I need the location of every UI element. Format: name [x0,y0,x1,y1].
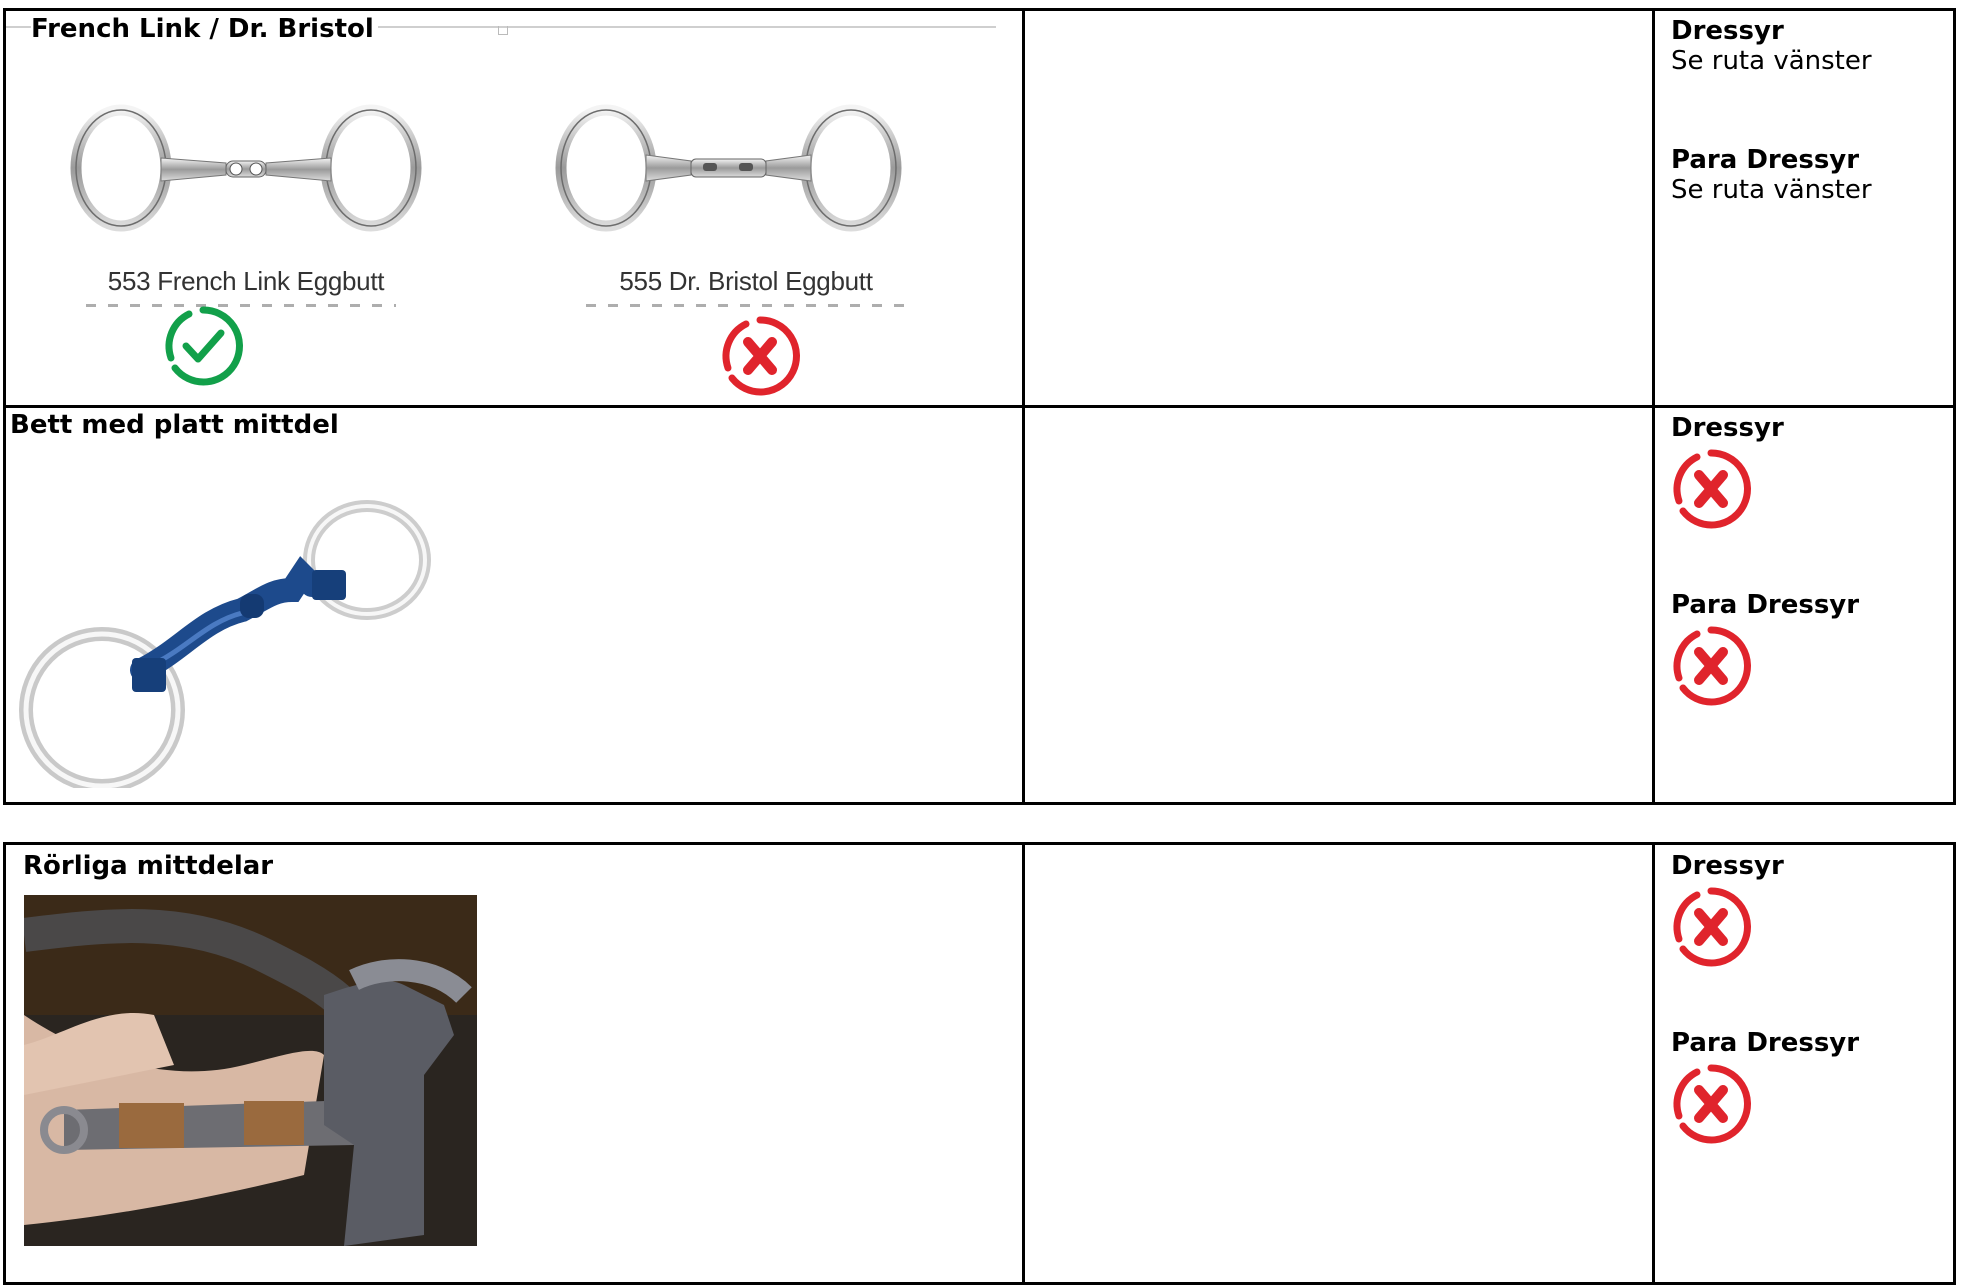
cross-circle-icon [1669,885,1753,969]
check-circle-icon [161,304,245,388]
row-rules-cell: Dressyr Para Dressyr [1652,405,1956,805]
row-image-cell: French Link / Dr. Bristol 553 French Lin… [3,8,1025,408]
table-row: Rörliga mittdelar Dressyr Para Dressyr [3,842,1956,1285]
bit-caption: 553 French Link Eggbutt [107,266,385,296]
bit-caption: 555 Dr. Bristol Eggbutt [619,266,873,296]
french-link-bit-image [70,104,422,232]
rule-heading: Para Dressyr [1671,590,1860,620]
bit-rules-table: Rörliga mittdelar Dressyr Para Dressyr [3,842,1956,1285]
table-row: Bett med platt mittdel Dressyr Para Dres… [3,405,1956,805]
rule-heading: Para Dressyr [1671,1028,1860,1058]
row-empty-cell [1022,8,1655,408]
rule-heading: Dressyr [1671,413,1784,443]
row-title: Rörliga mittdelar [23,851,274,881]
rule-heading: Para Dressyr [1671,145,1860,175]
rule-text: Se ruta vänster [1671,175,1872,205]
row-title: French Link / Dr. Bristol [31,14,378,44]
rule-heading: Dressyr [1671,851,1784,881]
table-row: French Link / Dr. Bristol 553 French Lin… [3,8,1956,408]
row-empty-cell [1022,842,1655,1285]
dr-bristol-bit-image [555,104,902,232]
cross-circle-icon [718,314,802,398]
rule-text: Se ruta vänster [1671,46,1872,76]
row-image-cell: Bett med platt mittdel [3,405,1025,805]
row-image-cell: Rörliga mittdelar [3,842,1025,1285]
blue-bit-photo-icon [12,470,466,788]
row-title: Bett med platt mittdel [10,410,339,440]
cross-circle-icon [1669,624,1753,708]
bit-rules-table: French Link / Dr. Bristol 553 French Lin… [3,8,1956,805]
cross-circle-icon [1669,447,1753,531]
row-rules-cell: Dressyr Se ruta vänster Para Dressyr Se … [1652,8,1956,408]
row-rules-cell: Dressyr Para Dressyr [1652,842,1956,1285]
rolling-bit-photo-icon [24,895,477,1246]
cross-circle-icon [1669,1062,1753,1146]
rule-heading: Dressyr [1671,16,1784,46]
row-empty-cell [1022,405,1655,805]
